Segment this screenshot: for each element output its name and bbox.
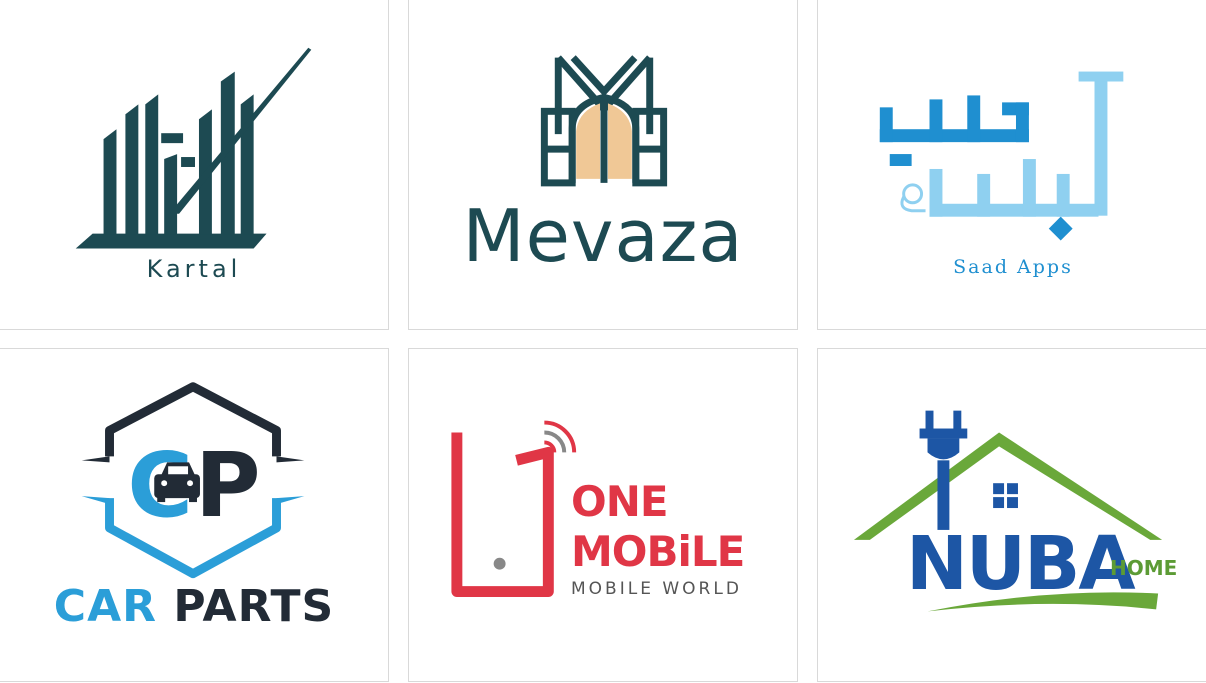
- logo-card-one-mobile[interactable]: ONE MOBiLE MOBILE WORLD: [408, 348, 798, 682]
- window-icon: [993, 483, 1018, 509]
- nuba-home-emblem-icon: [853, 410, 1163, 612]
- logo-card-mevaza[interactable]: Mevaza: [408, 0, 798, 330]
- car-parts-wordmark: CAR PARTS: [0, 581, 388, 632]
- one-mobile-word-mobile: MOBiLE: [571, 527, 745, 576]
- saad-apps-emblem-icon: [879, 71, 1124, 241]
- mevaza-wordmark: Mevaza: [462, 194, 744, 278]
- logo-card-kartal[interactable]: Kartal: [0, 0, 389, 330]
- nuba-wordmark: NUBA: [906, 521, 1136, 607]
- nuba-home-suffix: HOME: [1110, 556, 1178, 580]
- kartal-wordmark: Kartal: [146, 255, 242, 283]
- car-parts-word-car: CAR: [53, 581, 158, 632]
- logo-card-car-parts[interactable]: C P CAR PARTS: [0, 348, 389, 682]
- car-parts-word-parts: PARTS: [173, 581, 335, 632]
- logo-card-saad-apps[interactable]: Saad Apps: [817, 0, 1206, 330]
- logo-card-nuba-home[interactable]: NUBA HOME: [817, 348, 1206, 682]
- mevaza-emblem-icon: [540, 55, 668, 187]
- one-mobile-tagline: MOBILE WORLD: [571, 579, 742, 599]
- one-mobile-word-one: ONE: [571, 477, 669, 526]
- car-parts-monogram-p: P: [195, 434, 261, 538]
- saad-apps-wordmark: Saad Apps: [953, 256, 1073, 278]
